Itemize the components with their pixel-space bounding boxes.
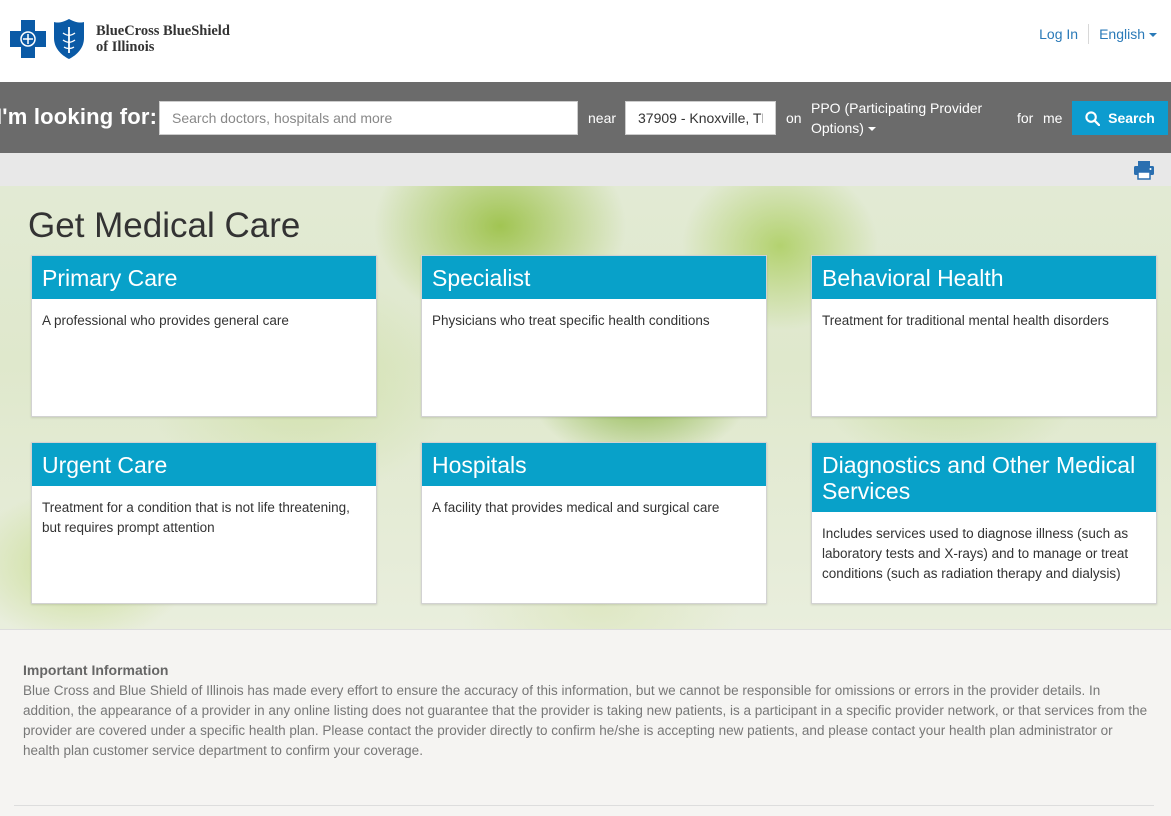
card-title: Primary Care	[32, 256, 376, 299]
login-link[interactable]: Log In	[1039, 26, 1078, 42]
brand-line-2: of Illinois	[96, 39, 155, 55]
blue-shield-icon	[54, 19, 84, 59]
looking-for-label: I'm looking for:	[0, 104, 158, 129]
search-bar: I'm looking for: near on PPO (Participat…	[0, 82, 1171, 153]
caret-down-icon	[1149, 33, 1157, 38]
search-button-label: Search	[1108, 110, 1155, 126]
blue-cross-icon	[10, 20, 46, 58]
site-header: BlueCross BlueShield of Illinois Log In …	[0, 0, 1171, 82]
info-title: Important Information	[23, 662, 169, 678]
card-title: Specialist	[422, 256, 766, 299]
page-title: Get Medical Care	[28, 206, 301, 245]
card-description: A professional who provides general care	[42, 313, 289, 328]
header-links: Log In English	[1039, 24, 1157, 44]
card-hospitals[interactable]: Hospitals A facility that provides medic…	[421, 442, 767, 604]
search-button[interactable]: Search	[1072, 101, 1168, 135]
bcbs-logo[interactable]: BlueCross BlueShield of Illinois	[8, 18, 230, 60]
on-label: on	[786, 110, 802, 126]
info-text: Blue Cross and Blue Shield of Illinois h…	[23, 683, 1148, 758]
card-behavioral-health[interactable]: Behavioral Health Treatment for traditio…	[811, 255, 1157, 417]
card-urgent-care[interactable]: Urgent Care Treatment for a condition th…	[31, 442, 377, 604]
language-select[interactable]: English	[1099, 26, 1157, 42]
card-primary-care[interactable]: Primary Care A professional who provides…	[31, 255, 377, 417]
card-description: Treatment for a condition that is not li…	[42, 500, 350, 535]
print-icon[interactable]	[1133, 160, 1155, 180]
card-diagnostics[interactable]: Diagnostics and Other Medical Services I…	[811, 442, 1157, 604]
brand-name: BlueCross BlueShield of Illinois	[96, 23, 230, 55]
brand-line-1: BlueCross BlueShield	[96, 23, 230, 39]
card-description: Treatment for traditional mental health …	[822, 313, 1109, 328]
search-icon	[1085, 110, 1101, 126]
divider	[14, 805, 1154, 806]
location-input[interactable]	[625, 101, 776, 135]
medical-care-section: Get Medical Care Primary Care A professi…	[0, 186, 1171, 629]
card-title: Urgent Care	[32, 443, 376, 486]
plan-label: PPO (Participating Provider Options)	[811, 100, 983, 136]
card-title: Hospitals	[422, 443, 766, 486]
for-label: for	[1017, 110, 1034, 126]
language-label: English	[1099, 26, 1145, 42]
card-title: Diagnostics and Other Medical Services	[812, 443, 1156, 512]
card-description: Physicians who treat specific health con…	[432, 313, 710, 328]
caret-down-icon	[867, 127, 876, 132]
utility-bar	[0, 153, 1171, 186]
card-title: Behavioral Health	[812, 256, 1156, 299]
near-label: near	[588, 110, 617, 126]
member-select[interactable]: me	[1043, 110, 1062, 126]
provider-search-input[interactable]	[159, 101, 578, 135]
header-divider	[1088, 24, 1090, 44]
plan-select[interactable]: PPO (Participating Provider Options)	[811, 98, 996, 138]
important-information: Important Information Blue Cross and Blu…	[0, 629, 1171, 816]
card-description: A facility that provides medical and sur…	[432, 500, 720, 515]
card-description: Includes services used to diagnose illne…	[822, 526, 1129, 581]
card-specialist[interactable]: Specialist Physicians who treat specific…	[421, 255, 767, 417]
